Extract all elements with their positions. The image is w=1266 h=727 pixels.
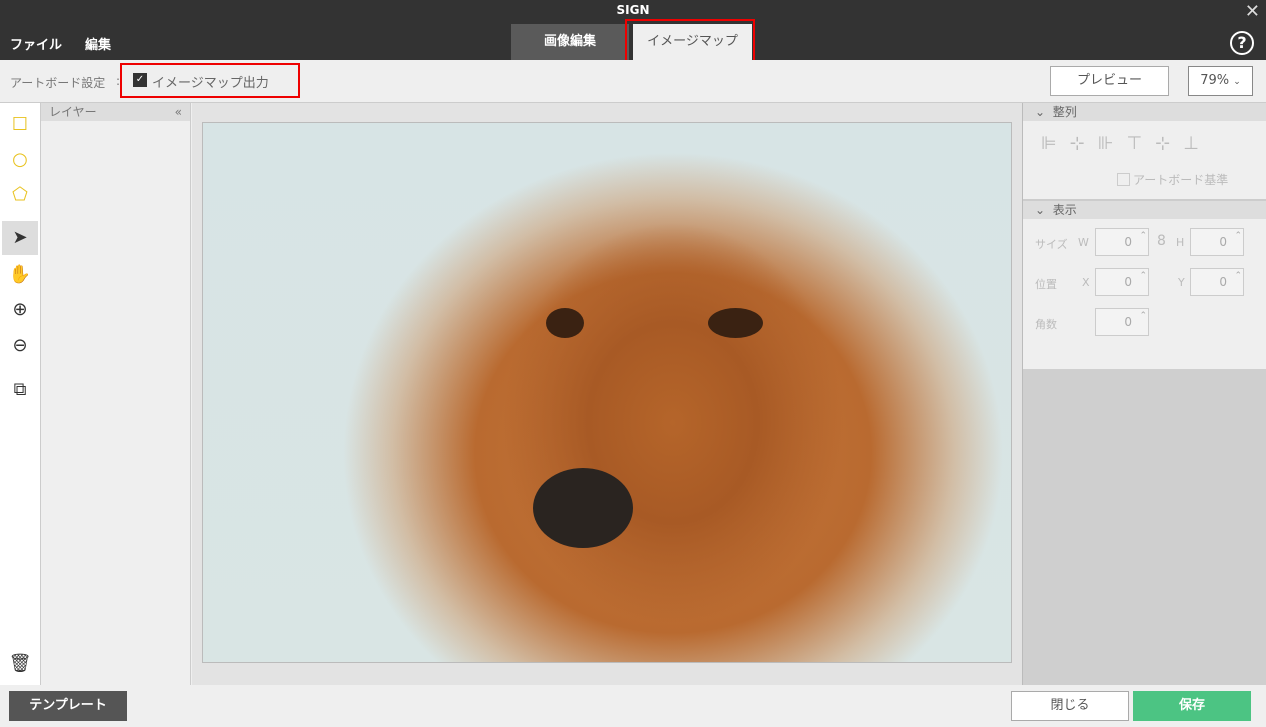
display-header[interactable]: ⌄ 表示 — [1023, 201, 1266, 219]
collapse-icon[interactable]: « — [175, 103, 182, 121]
close-button[interactable]: 閉じる — [1011, 691, 1129, 721]
align-title: 整列 — [1052, 105, 1077, 119]
zoom-select[interactable]: 79% ⌄ — [1188, 66, 1253, 96]
x-input[interactable]: 0 — [1095, 263, 1149, 296]
duplicate-icon[interactable]: ⧉ — [2, 373, 38, 407]
zoom-value: 79% — [1200, 73, 1230, 88]
hand-icon[interactable]: ✋ — [2, 258, 38, 292]
close-icon[interactable]: ✕ — [1245, 1, 1260, 22]
artboard-base-checkbox[interactable] — [1117, 173, 1130, 186]
canvas-area[interactable] — [192, 103, 1022, 685]
position-label: 位置 — [1035, 278, 1057, 291]
y-input[interactable]: 0 — [1190, 263, 1244, 296]
x-label: X — [1082, 276, 1090, 289]
angle-input[interactable]: 0 — [1095, 303, 1149, 336]
help-icon[interactable]: ? — [1230, 31, 1254, 55]
menu-edit[interactable]: 編集 — [85, 34, 111, 53]
height-input[interactable]: 0 — [1190, 223, 1244, 256]
preview-button[interactable]: プレビュー — [1050, 66, 1169, 96]
artboard-settings-label: アートボード設定 — [10, 76, 106, 90]
display-section: サイズ W 0 8 H 0 位置 X 0 Y 0 角数 0 — [1023, 219, 1266, 369]
highlight-tab — [625, 19, 755, 65]
angle-label: 角数 — [1035, 318, 1057, 331]
h-label: H — [1176, 236, 1185, 249]
ellipse-tool-icon[interactable]: ○ — [2, 143, 38, 177]
polygon-tool-icon[interactable]: ⬠ — [2, 178, 38, 212]
app-title: SIGN — [616, 3, 650, 17]
width-input[interactable]: 0 — [1095, 223, 1149, 256]
template-button[interactable]: テンプレート — [9, 691, 127, 721]
dog-eye — [546, 308, 584, 338]
tool-panel: ☐ ○ ⬠ ➤ ✋ ⊕ ⊖ ⧉ 🗑 — [0, 103, 41, 685]
select-arrow-icon[interactable]: ➤ — [2, 221, 38, 255]
layers-title: レイヤー — [49, 105, 97, 119]
zoom-out-icon[interactable]: ⊖ — [2, 329, 38, 363]
layers-header: レイヤー « — [41, 103, 190, 121]
align-section: ⊫⊹⊪⊤⊹⊥ アートボード基準 — [1023, 121, 1266, 201]
trash-icon[interactable]: 🗑 — [2, 647, 38, 681]
chevron-down-icon: ⌄ — [1233, 77, 1241, 87]
footer: テンプレート 閉じる 保存 — [0, 685, 1266, 727]
tab-image-edit[interactable]: 画像編集 — [511, 24, 629, 60]
artboard-base-label: アートボード基準 — [1133, 173, 1229, 187]
rectangle-tool-icon[interactable]: ☐ — [2, 108, 38, 142]
save-button[interactable]: 保存 — [1133, 691, 1251, 721]
highlight-checkbox — [120, 63, 300, 98]
size-label: サイズ — [1035, 238, 1068, 251]
dog-photo[interactable] — [202, 122, 1012, 663]
layers-panel: レイヤー « — [41, 103, 191, 685]
menu-file[interactable]: ファイル — [10, 34, 62, 53]
zoom-in-icon[interactable]: ⊕ — [2, 293, 38, 327]
dog-eye — [708, 308, 763, 338]
w-label: W — [1078, 236, 1089, 249]
y-label: Y — [1178, 276, 1185, 289]
align-header[interactable]: ⌄ 整列 — [1023, 103, 1266, 121]
dog-nose — [533, 468, 633, 548]
align-icons[interactable]: ⊫⊹⊪⊤⊹⊥ — [1041, 133, 1212, 154]
link-icon[interactable]: 8 — [1157, 233, 1166, 249]
display-title: 表示 — [1052, 203, 1077, 217]
properties-panel: ⌄ 整列 ⊫⊹⊪⊤⊹⊥ アートボード基準 ⌄ 表示 サイズ W 0 8 H 0 … — [1022, 103, 1266, 685]
